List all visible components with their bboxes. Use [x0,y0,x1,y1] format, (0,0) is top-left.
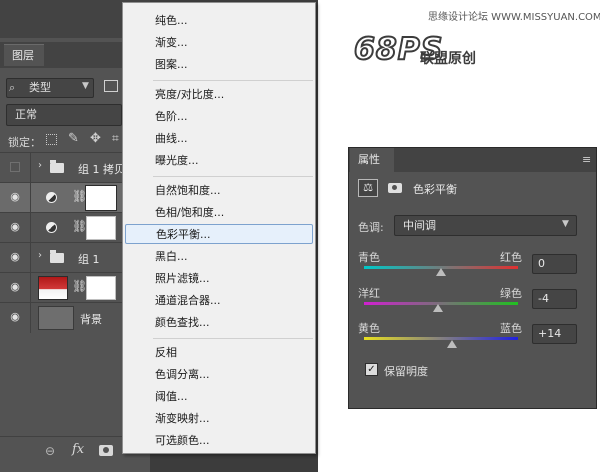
visibility-divider [30,183,31,213]
menu-item-pattern[interactable]: 图案... [155,55,188,75]
slider-right-label: 绿色 [500,287,522,300]
folder-icon [50,160,64,173]
yellow-blue-slider-thumb[interactable] [446,340,457,348]
layer-name: 组 1 [78,253,100,266]
eye-icon[interactable]: ◉ [8,311,22,323]
layer-mask-thumbnail[interactable] [85,185,117,211]
lock-label: 锁定： [8,136,41,149]
cyan-red-value-input[interactable]: 0 [532,254,577,274]
eye-icon[interactable]: ◉ [8,191,22,203]
slider-right-label: 红色 [500,251,522,264]
properties-title: 色彩平衡 [413,183,457,196]
layer-mask-thumbnail[interactable] [86,216,116,240]
menu-item-invert[interactable]: 反相 [155,343,177,363]
menu-item-gradient[interactable]: 渐变... [155,33,188,53]
layer-mask-thumbnail[interactable] [86,276,116,300]
menu-item-color-lookup[interactable]: 颜色查找... [155,313,210,333]
image-filter-icon[interactable] [104,80,118,92]
visibility-divider [30,273,31,303]
eye-icon[interactable]: ◉ [8,251,22,263]
eye-icon[interactable]: ◉ [8,281,22,293]
slider-left-label: 洋红 [358,287,380,300]
panel-menu-icon[interactable]: ≡ [582,153,591,166]
layer-thumbnail[interactable] [38,276,68,300]
adjustment-layer-menu: 纯色... 渐变... 图案... 亮度/对比度... 色阶... 曲线... … [122,2,316,454]
slider-left-label: 青色 [358,251,380,264]
expand-arrow-icon[interactable]: › [38,250,42,261]
lock-image-pixels-icon[interactable]: ✎ [68,131,79,146]
expand-arrow-icon[interactable]: › [38,160,42,171]
chevron-down-icon: ▼ [562,219,569,229]
menu-item-posterize[interactable]: 色调分离... [155,365,210,385]
visibility-divider [30,153,31,183]
tab-properties[interactable]: 属性 [350,148,394,172]
yellow-blue-value-input[interactable]: +14 [532,324,577,344]
visibility-divider [30,303,31,333]
tab-layers[interactable]: 图层 [4,44,44,66]
folder-icon [50,250,64,263]
slider-right-label: 蓝色 [500,322,522,335]
menu-item-photo-filter[interactable]: 照片滤镜... [155,269,210,289]
menu-separator [153,80,313,81]
visibility-divider [30,243,31,273]
fx-icon[interactable]: fx [72,442,84,457]
menu-item-color-balance[interactable]: 色彩平衡... [125,224,313,244]
adjustment-layer-icon [46,222,57,233]
chevron-down-icon: ▼ [82,81,89,91]
layer-thumbnail[interactable] [38,306,74,330]
menu-item-curves[interactable]: 曲线... [155,129,188,149]
magenta-green-slider-thumb[interactable] [432,304,443,312]
menu-separator [153,176,313,177]
menu-item-hue-saturation[interactable]: 色相/饱和度... [155,203,224,223]
menu-item-threshold[interactable]: 阈值... [155,387,188,407]
mask-icon[interactable] [388,183,402,193]
layer-name: 背景 [80,313,102,326]
tone-label: 色调: [358,221,384,234]
menu-item-selective-color[interactable]: 可选颜色... [155,431,210,451]
search-icon: ⌕ [9,81,16,94]
cyan-red-slider-thumb[interactable] [436,268,446,276]
adjustment-layer-icon [46,192,57,203]
magenta-green-value-input[interactable]: -4 [532,289,577,309]
link-layers-icon[interactable]: ⊖ [45,444,55,458]
menu-item-gradient-map[interactable]: 渐变映射... [155,409,210,429]
visibility-divider [30,213,31,243]
kind-filter-select[interactable]: 类型 [6,78,94,98]
add-mask-icon[interactable] [99,445,113,456]
chain-link-icon[interactable]: ⛓ [72,189,87,203]
tone-select[interactable]: 中间调 [394,215,577,236]
lock-artboard-icon[interactable]: ⌗ [112,131,119,146]
menu-item-vibrance[interactable]: 自然饱和度... [155,181,221,201]
preserve-luminosity-label: 保留明度 [384,365,428,378]
visibility-toggle[interactable] [10,162,20,172]
menu-item-channel-mixer[interactable]: 通道混合器... [155,291,221,311]
lock-position-icon[interactable]: ✥ [90,131,101,146]
watermark-text: 思缘设计论坛 WWW.MISSYUAN.COM [428,12,600,23]
menu-item-levels[interactable]: 色阶... [155,107,188,127]
slider-left-label: 黄色 [358,322,380,335]
chain-link-icon[interactable]: ⛓ [72,279,87,293]
logo-subtitle: 联盟原创 [420,51,476,67]
chain-link-icon[interactable]: ⛓ [72,219,87,233]
menu-item-black-white[interactable]: 黑白... [155,247,188,267]
lock-transparent-pixels-icon[interactable] [46,134,57,145]
menu-separator [153,338,313,339]
balance-scale-icon[interactable]: ⚖ [358,179,378,197]
menu-item-solid-color[interactable]: 纯色... [155,11,188,31]
layer-name: 组 1 拷贝 [78,163,125,176]
preserve-luminosity-checkbox[interactable]: ✓ [365,363,378,376]
blend-mode-select[interactable]: 正常 [6,104,122,126]
yellow-blue-slider-track[interactable] [364,337,518,340]
menu-item-brightness-contrast[interactable]: 亮度/对比度... [155,85,224,105]
menu-item-exposure[interactable]: 曝光度... [155,151,199,171]
eye-icon[interactable]: ◉ [8,221,22,233]
